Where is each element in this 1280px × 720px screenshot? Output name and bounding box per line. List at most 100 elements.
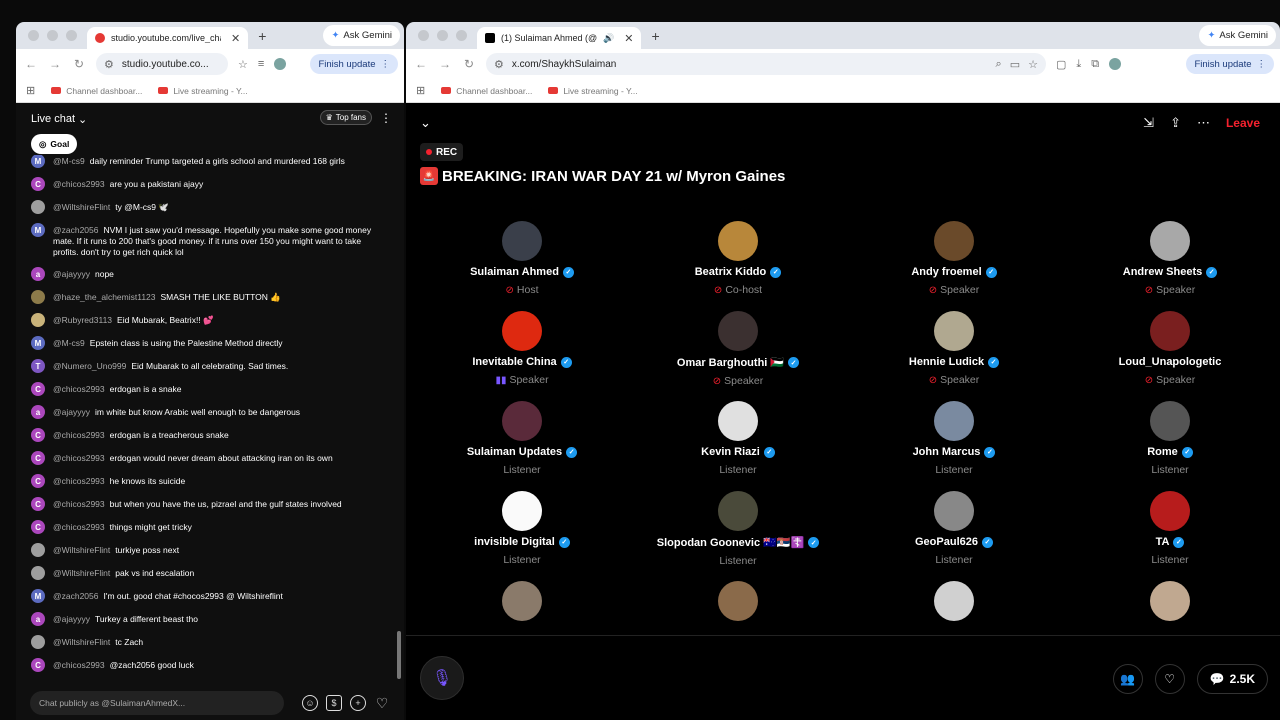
chat-author[interactable]: @chicos2993 — [53, 384, 105, 394]
chat-author[interactable]: @chicos2993 — [53, 453, 105, 463]
address-bar[interactable]: ⚙ studio.youtube.co... — [96, 53, 228, 75]
chat-message[interactable]: @WiltshireFlint turkiye poss next — [16, 543, 394, 557]
participant-avatar[interactable] — [1150, 221, 1190, 261]
chat-input[interactable]: Chat publicly as @SulaimanAhmedX... — [30, 691, 284, 715]
participant-avatar[interactable] — [934, 401, 974, 441]
participant-card[interactable]: Slopodan Goonevic 🇦🇺🇷🇸☦️ ✓ Listener — [630, 491, 846, 581]
chat-message[interactable]: a @ajayyyy Turkey a different beast tho — [16, 612, 394, 626]
bookmark-channel-dashboard[interactable]: Channel dashboar... — [441, 86, 532, 96]
bookmark-live-streaming[interactable]: Live streaming - Y... — [158, 86, 248, 96]
participant-card[interactable]: Omar Barghouthi 🇵🇸 ✓ ⊘ Speaker — [630, 311, 846, 401]
participant-avatar[interactable] — [1150, 491, 1190, 531]
chat-author[interactable]: @chicos2993 — [53, 476, 105, 486]
participant-avatar[interactable] — [934, 311, 974, 351]
participant-avatar[interactable] — [718, 311, 758, 351]
chat-message[interactable]: @WiltshireFlint pak vs ind escalation — [16, 566, 394, 580]
super-chat-icon[interactable]: $ — [326, 695, 342, 711]
finish-update-button[interactable]: Finish update ⋮ — [310, 54, 398, 74]
chat-author[interactable]: @ajayyyy — [53, 407, 90, 417]
participant-avatar[interactable] — [502, 491, 542, 531]
participant-card[interactable]: Loud_Unapologetic ⊘ Speaker — [1062, 311, 1278, 401]
browser-tab[interactable]: (1) Sulaiman Ahmed (@Sh 🔊 ✕ — [477, 27, 642, 49]
address-bar[interactable]: ⚙ x.com/ShaykhSulaiman ⌕ ▭ ☆ — [486, 53, 1046, 75]
chat-avatar[interactable]: C — [31, 520, 45, 534]
chat-author[interactable]: @chicos2993 — [53, 430, 105, 440]
chat-author[interactable]: @zach2056 — [53, 591, 99, 601]
chat-avatar[interactable]: C — [31, 382, 45, 396]
window-controls[interactable] — [418, 30, 467, 41]
chat-message[interactable]: @WiltshireFlint ty @M-cs9 🕊️ — [16, 200, 394, 214]
participant-avatar[interactable] — [718, 581, 758, 621]
participant-card[interactable]: invisible Digital ✓ Listener — [414, 491, 630, 581]
chat-message[interactable]: a @ajayyyy im white but know Arabic well e… — [16, 405, 394, 419]
chat-message[interactable]: C @chicos2993 erdogan is a snake — [16, 382, 394, 396]
participant-card[interactable]: Kevin Riazi ✓ Listener — [630, 401, 846, 491]
participant-avatar[interactable] — [934, 581, 974, 621]
new-tab-button[interactable]: + — [651, 28, 659, 44]
chat-scrollbar[interactable] — [397, 631, 401, 679]
participant-card[interactable]: GeoPaul626 ✓ Listener — [846, 491, 1062, 581]
back-icon[interactable]: ← — [24, 57, 38, 71]
participant-avatar[interactable] — [502, 581, 542, 621]
chat-author[interactable]: @zach2056 — [53, 225, 99, 235]
chat-avatar[interactable]: C — [31, 497, 45, 511]
goal-button[interactable]: ◎ Goal — [31, 134, 78, 154]
chat-author[interactable]: @M-cs9 — [53, 338, 85, 348]
chat-message[interactable]: M @M-cs9 daily reminder Trump targeted a g… — [16, 155, 394, 168]
more-options-icon[interactable]: ⋯ — [1197, 115, 1210, 131]
microphone-button[interactable]: 🎙 — [420, 656, 464, 700]
chat-author[interactable]: @ajayyyy — [53, 614, 90, 624]
chat-author[interactable]: @chicos2993 — [53, 179, 105, 189]
bookmark-star-icon[interactable]: ☆ — [238, 58, 248, 71]
participant-avatar[interactable] — [502, 221, 542, 261]
chat-message[interactable]: C @chicos2993 erdogan is a treacherous sna… — [16, 428, 394, 442]
participant-card[interactable]: John Marcus ✓ Listener — [846, 401, 1062, 491]
participant-avatar[interactable] — [1150, 311, 1190, 351]
chat-author[interactable]: @WiltshireFlint — [53, 637, 110, 647]
chat-avatar[interactable]: M — [31, 155, 45, 168]
participant-avatar[interactable] — [502, 311, 542, 351]
chat-author[interactable]: @WiltshireFlint — [53, 202, 110, 212]
top-fans-button[interactable]: ♛ Top fans — [319, 110, 372, 125]
chat-messages-list[interactable]: M @M-cs9 daily reminder Trump targeted a g… — [16, 155, 394, 680]
emoji-icon[interactable]: ☺ — [302, 695, 318, 711]
chat-avatar[interactable] — [31, 290, 45, 304]
ask-gemini-button[interactable]: ✦ Ask Gemini — [1199, 25, 1276, 46]
chat-avatar[interactable] — [31, 566, 45, 580]
participant-card[interactable]: Andy froemel ✓ ⊘ Speaker — [846, 221, 1062, 311]
chat-avatar[interactable]: C — [31, 428, 45, 442]
chat-author[interactable]: @M-cs9 — [53, 156, 85, 166]
chat-message[interactable]: C @chicos2993 @zach2056 good luck — [16, 658, 394, 672]
participant-avatar[interactable] — [934, 221, 974, 261]
chat-avatar[interactable] — [31, 543, 45, 557]
chat-message[interactable]: a @ajayyyy nope — [16, 267, 394, 281]
participant-card[interactable]: Inevitable China ✓ ▮▮ Speaker — [414, 311, 630, 401]
chat-author[interactable]: @chicos2993 — [53, 522, 105, 532]
new-tab-button[interactable]: + — [258, 28, 266, 44]
media-icon[interactable]: ≡ — [258, 58, 264, 70]
participant-card[interactable]: Beatrix Kiddo ✓ ⊘ Co-host — [630, 221, 846, 311]
extensions-icon[interactable]: ⧉ — [1091, 58, 1099, 71]
bookmark-channel-dashboard[interactable]: Channel dashboar... — [51, 86, 142, 96]
chat-menu-icon[interactable]: ⋮ — [380, 111, 392, 125]
chat-author[interactable]: @WiltshireFlint — [53, 568, 110, 578]
people-icon[interactable]: 👥 — [1112, 664, 1143, 694]
browser-tab[interactable]: studio.youtube.com/live_chat ✕ — [87, 27, 249, 49]
participant-card[interactable]: Sulaiman Updates ✓ Listener — [414, 401, 630, 491]
chat-avatar[interactable]: a — [31, 267, 45, 281]
back-icon[interactable]: ← — [414, 57, 428, 71]
chat-author[interactable]: @chicos2993 — [53, 499, 105, 509]
chat-message[interactable]: @Rubyred3113 Eid Mubarak, Beatrix!! 💕 — [16, 313, 394, 327]
participant-card[interactable]: Rome ✓ Listener — [1062, 401, 1278, 491]
participant-avatar[interactable] — [718, 401, 758, 441]
chat-avatar[interactable] — [31, 635, 45, 649]
window-controls[interactable] — [28, 30, 77, 41]
participant-avatar[interactable] — [718, 221, 758, 261]
bookmark-live-streaming[interactable]: Live streaming - Y... — [548, 86, 638, 96]
chat-avatar[interactable]: a — [31, 612, 45, 626]
participant-avatar[interactable] — [502, 401, 542, 441]
participant-card[interactable]: Sulaiman Ahmed ✓ ⊘ Host — [414, 221, 630, 311]
speaker-icon[interactable]: 🔊 — [603, 33, 614, 44]
download-icon[interactable]: ⤓ — [1076, 58, 1081, 71]
participant-avatar[interactable] — [718, 491, 758, 531]
